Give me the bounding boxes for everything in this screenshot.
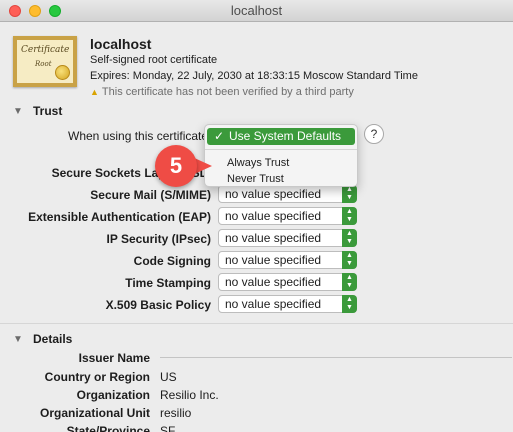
chevron-updown-icon: ▲ ▼ xyxy=(342,251,357,269)
certificate-expiry: Expires: Monday, 22 July, 2030 at 18:33:… xyxy=(90,70,418,82)
help-button[interactable]: ? xyxy=(364,124,384,144)
code-signing-value: no value specified xyxy=(225,253,322,267)
ipsec-label: IP Security (IPsec) xyxy=(106,232,212,246)
x509-value: no value specified xyxy=(225,297,322,311)
menu-item-always-trust[interactable]: Always Trust xyxy=(227,157,289,169)
smime-label: Secure Mail (S/MIME) xyxy=(90,188,211,202)
code-signing-label: Code Signing xyxy=(133,254,211,268)
certificate-name: localhost xyxy=(90,36,152,52)
certificate-icon-title: Certificate xyxy=(21,45,70,55)
chevron-updown-icon: ▲ ▼ xyxy=(342,273,357,291)
title-bar: localhost xyxy=(0,0,513,22)
trust-section-title: Trust xyxy=(33,104,63,118)
org-unit-label: Organizational Unit xyxy=(39,406,150,420)
trust-disclosure-icon[interactable]: ▼ xyxy=(13,106,23,117)
eap-label: Extensible Authentication (EAP) xyxy=(28,210,211,224)
smime-popup[interactable]: no value specified ▲ ▼ xyxy=(218,185,357,203)
ipsec-value: no value specified xyxy=(225,231,322,245)
section-divider xyxy=(0,323,513,324)
smime-value: no value specified xyxy=(225,187,322,201)
warning-text: This certificate has not been verified b… xyxy=(101,86,354,98)
certificate-icon: Certificate Root xyxy=(13,36,77,87)
organization-value: Resilio Inc. xyxy=(160,388,219,402)
certificate-icon-subtitle: Root xyxy=(35,60,52,68)
country-value: US xyxy=(160,370,177,384)
issuer-name-label: Issuer Name xyxy=(78,351,150,365)
x509-popup[interactable]: no value specified ▲ ▼ xyxy=(218,295,357,313)
chevron-updown-icon: ▲ ▼ xyxy=(342,185,357,203)
time-stamping-value: no value specified xyxy=(225,275,322,289)
eap-value: no value specified xyxy=(225,209,322,223)
warning-icon: ▲ xyxy=(90,87,99,97)
chevron-updown-icon: ▲ ▼ xyxy=(342,207,357,225)
time-stamping-popup[interactable]: no value specified ▲ ▼ xyxy=(218,273,357,291)
step-badge: 5 xyxy=(155,145,197,187)
menu-item-never-trust[interactable]: Never Trust xyxy=(227,173,284,185)
chevron-updown-icon: ▲ ▼ xyxy=(342,229,357,247)
state-value: SF xyxy=(160,424,176,432)
x509-label: X.509 Basic Policy xyxy=(105,298,211,312)
menu-separator xyxy=(205,149,357,150)
checkmark-icon: ✓ xyxy=(214,129,225,143)
menu-item-use-system-defaults[interactable]: ✓ Use System Defaults xyxy=(207,128,355,145)
verification-warning: ▲ This certificate has not been verified … xyxy=(90,86,354,98)
trust-dropdown-menu: ✓ Use System Defaults Always Trust Never … xyxy=(204,124,358,187)
when-using-label: When using this certificate: xyxy=(68,129,212,143)
org-unit-value: resilio xyxy=(160,406,192,420)
time-stamping-label: Time Stamping xyxy=(125,276,211,290)
state-label: State/Province xyxy=(66,424,150,432)
issuer-name-rule xyxy=(160,357,512,358)
eap-popup[interactable]: no value specified ▲ ▼ xyxy=(218,207,357,225)
details-disclosure-icon[interactable]: ▼ xyxy=(13,334,23,345)
certificate-type: Self-signed root certificate xyxy=(90,54,218,66)
organization-label: Organization xyxy=(76,388,150,402)
ipsec-popup[interactable]: no value specified ▲ ▼ xyxy=(218,229,357,247)
window-title: localhost xyxy=(230,3,283,18)
chevron-updown-icon: ▲ ▼ xyxy=(342,295,357,313)
seal-icon xyxy=(55,65,70,80)
country-label: Country or Region xyxy=(44,370,150,384)
code-signing-popup[interactable]: no value specified ▲ ▼ xyxy=(218,251,357,269)
menu-item-label: Use System Defaults xyxy=(229,129,342,143)
details-section-title: Details xyxy=(33,332,73,346)
